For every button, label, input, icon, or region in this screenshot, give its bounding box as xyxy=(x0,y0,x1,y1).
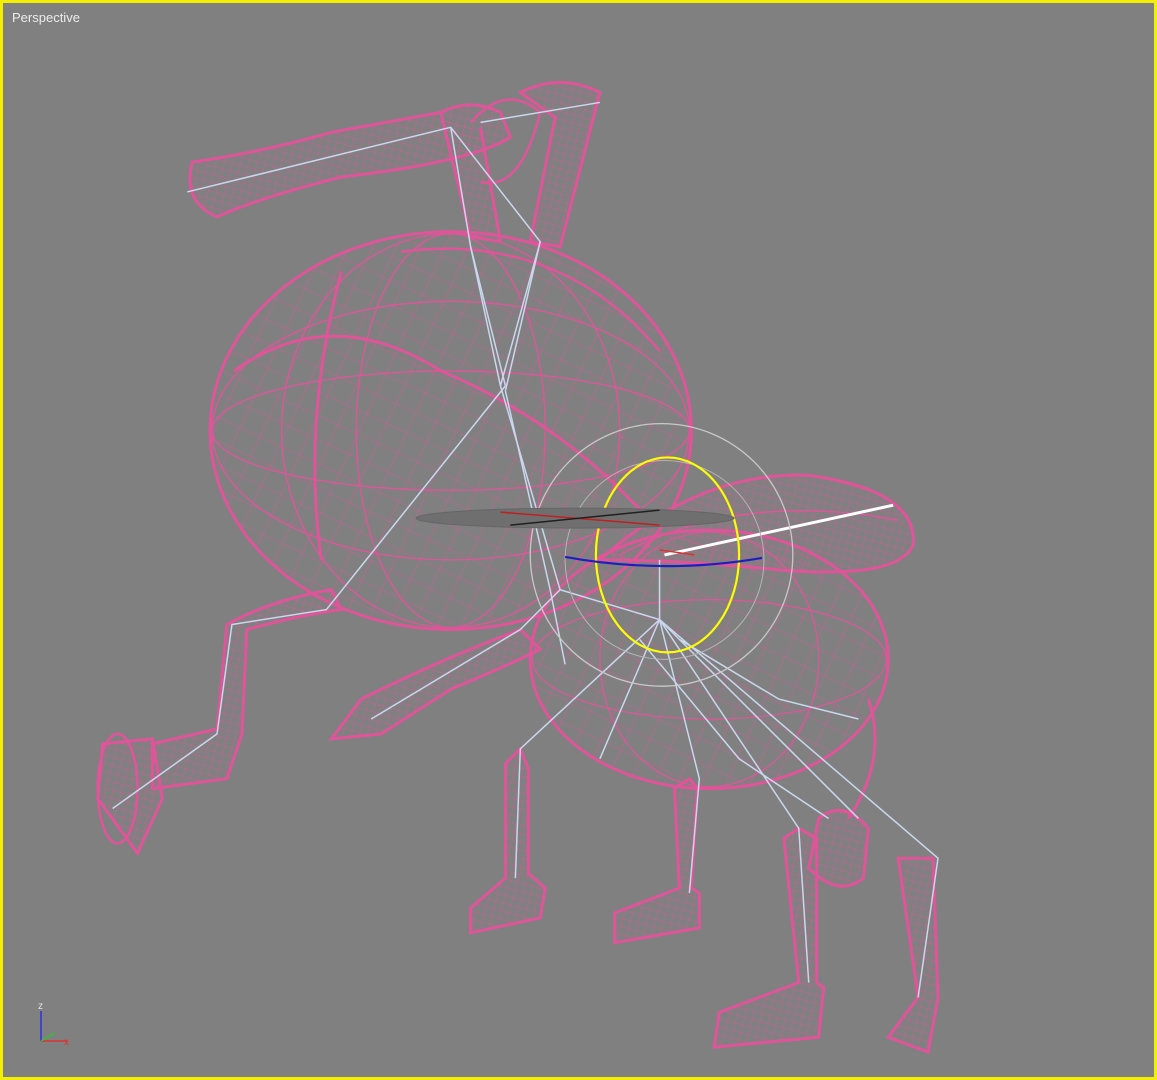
axis-tripod-icon: z x xyxy=(38,1001,69,1048)
perspective-viewport[interactable]: Perspective z x xyxy=(0,0,1157,1080)
wireframe-scene[interactable] xyxy=(3,3,1154,1077)
raised-arm-mesh xyxy=(188,81,602,249)
axis-x-label: x xyxy=(64,1037,69,1048)
middle-arm-mesh xyxy=(328,627,543,741)
left-arm-mesh xyxy=(96,588,344,857)
axis-z-label: z xyxy=(38,1001,43,1012)
